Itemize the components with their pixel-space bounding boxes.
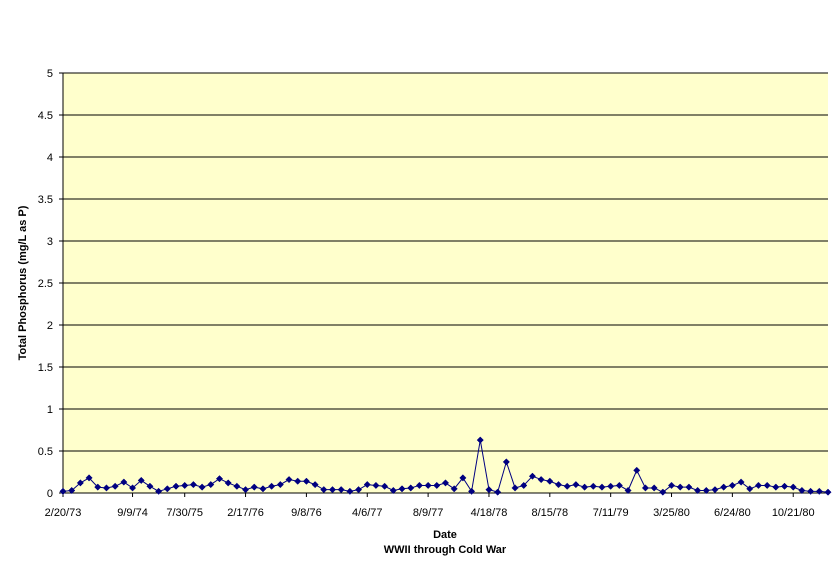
x-axis-ticks: 2/20/73 9/9/74 7/30/75 2/17/76 9/8/76 4/6/77 8… bbox=[45, 493, 815, 519]
x-axis-title: Date bbox=[433, 529, 457, 541]
x-tick-label: 7/11/79 bbox=[593, 507, 629, 519]
y-tick-label: 5 bbox=[47, 68, 53, 80]
x-tick-label: 8/15/78 bbox=[531, 507, 568, 519]
x-tick-label: 6/24/80 bbox=[714, 507, 751, 519]
y-tick-label: 4.5 bbox=[38, 110, 53, 122]
x-tick-label: 4/18/78 bbox=[471, 507, 508, 519]
x-tick-label: 10/21/80 bbox=[772, 507, 815, 519]
y-tick-label: 1.5 bbox=[38, 362, 53, 374]
x-axis-subtitle: WWII through Cold War bbox=[384, 544, 507, 556]
x-tick-label: 3/25/80 bbox=[653, 507, 690, 519]
y-tick-label: 2 bbox=[47, 320, 53, 332]
phosphorus-line-chart: 0 0.5 1 1.5 2 2.5 3 3.5 4 4.5 5 2/20/73 9/9/74 7/30/… bbox=[17, 68, 832, 556]
y-tick-label: 1 bbox=[47, 404, 53, 416]
y-axis-title: Total Phosphorus (mg/L as P) bbox=[17, 205, 29, 360]
x-tick-label: 2/17/76 bbox=[227, 507, 264, 519]
y-tick-label: 0.5 bbox=[38, 446, 53, 458]
chart-container: 0 0.5 1 1.5 2 2.5 3 3.5 4 4.5 5 2/20/73 9/9/74 7/30/… bbox=[0, 0, 840, 576]
y-tick-label: 3 bbox=[47, 236, 53, 248]
x-tick-label: 4/6/77 bbox=[352, 507, 383, 519]
x-tick-label: 2/20/73 bbox=[45, 507, 82, 519]
x-tick-label: 9/8/76 bbox=[291, 507, 322, 519]
x-tick-label: 8/9/77 bbox=[413, 507, 444, 519]
y-tick-label: 2.5 bbox=[38, 278, 53, 290]
x-tick-label: 7/30/75 bbox=[166, 507, 203, 519]
x-tick-label: 9/9/74 bbox=[117, 507, 148, 519]
y-tick-label: 0 bbox=[47, 488, 53, 500]
y-tick-label: 4 bbox=[47, 152, 53, 164]
y-tick-label: 3.5 bbox=[38, 194, 53, 206]
y-axis-ticks: 0 0.5 1 1.5 2 2.5 3 3.5 4 4.5 5 bbox=[38, 68, 63, 500]
